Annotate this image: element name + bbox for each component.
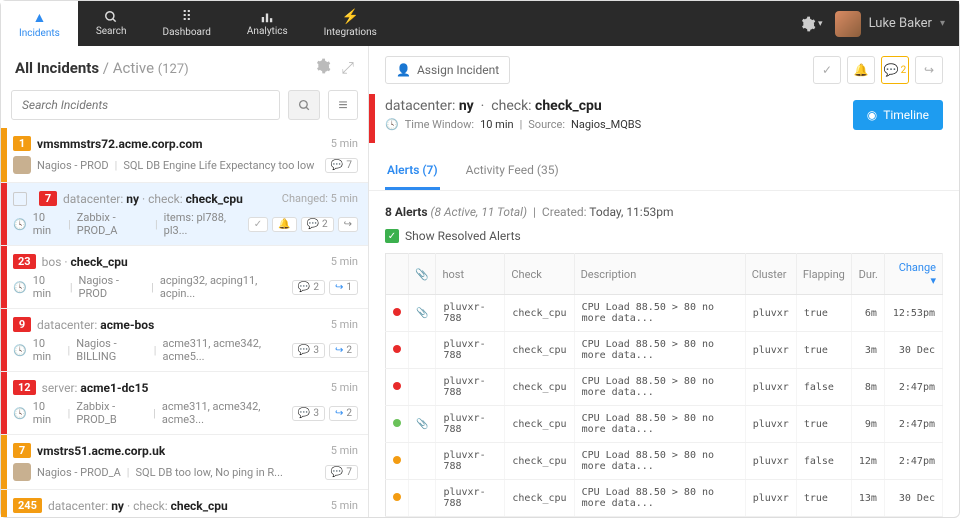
target-icon: ◉	[867, 108, 877, 122]
clock-icon: 🕓	[13, 344, 27, 357]
user-name: Luke Baker	[869, 16, 932, 31]
incident-item[interactable]: 7 datacenter: ny · check: check_cpu Chan…	[1, 183, 368, 246]
top-nav: ▲Incidents Search ⠿Dashboard Analytics ⚡…	[1, 1, 959, 46]
table-row[interactable]: 📎 pluvxr-788check_cpuCPU Load 88.50 > 80…	[386, 295, 943, 332]
tab-alerts[interactable]: Alerts (7)	[385, 153, 440, 190]
table-row[interactable]: pluvxr-788check_cpuCPU Load 88.50 > 80 n…	[386, 369, 943, 406]
comment-button[interactable]: 💬2	[881, 56, 909, 84]
alerts-table: 📎 host Check Description Cluster Flappin…	[385, 253, 943, 517]
nav-integrations[interactable]: ⚡Integrations	[306, 1, 395, 46]
incident-item[interactable]: 23 bos · check_cpu 5 min 🕓 10 min| Nagio…	[1, 246, 368, 309]
nav-incidents[interactable]: ▲Incidents	[1, 1, 78, 46]
col-dur[interactable]: Dur.	[851, 254, 884, 295]
incident-item[interactable]: 12 server: acme1-dc15 5 min 🕓 10 min| Za…	[1, 372, 368, 435]
col-change[interactable]: Change ▾	[884, 254, 942, 295]
table-row[interactable]: 📎 pluvxr-788check_cpuCPU Load 88.50 > 80…	[386, 406, 943, 443]
col-flap[interactable]: Flapping	[796, 254, 851, 295]
incident-item[interactable]: 9 datacenter: acme-bos 5 min 🕓 10 min| N…	[1, 309, 368, 372]
col-cluster[interactable]: Cluster	[745, 254, 796, 295]
clock-icon: 🕓	[385, 118, 399, 131]
avatar	[13, 463, 31, 481]
tab-feed[interactable]: Activity Feed (35)	[464, 153, 561, 190]
bars-icon	[260, 10, 274, 24]
table-row[interactable]: pluvxr-788check_cpuCPU Load 88.50 > 80 n…	[386, 443, 943, 480]
expand-icon[interactable]: ⤢	[341, 58, 354, 78]
incident-item[interactable]: 245 datacenter: ny · check: check_cpu 5 …	[1, 490, 368, 517]
alert-icon: ▲	[32, 9, 46, 26]
sidebar-title: All Incidents / Active (127)	[15, 59, 189, 77]
avatar	[13, 156, 31, 174]
checkbox-checked-icon: ✓	[385, 229, 399, 243]
check-button[interactable]: ✓	[813, 56, 841, 84]
col-host[interactable]: host	[436, 254, 505, 295]
avatar	[835, 11, 861, 37]
plug-icon: ⚡	[342, 9, 359, 25]
incident-item[interactable]: 7 vmstrs51.acme.corp.uk 5 min Nagios - P…	[1, 435, 368, 490]
user-plus-icon: 👤	[396, 63, 411, 77]
clock-icon: 🕓	[13, 218, 27, 231]
col-check[interactable]: Check	[505, 254, 574, 295]
search-icon	[104, 10, 118, 24]
show-resolved-toggle[interactable]: ✓ Show Resolved Alerts	[369, 229, 959, 253]
chevron-down-icon: ▾	[940, 18, 945, 29]
severity-stripe	[369, 94, 375, 143]
list-button[interactable]: ≡	[328, 90, 358, 120]
grid-icon: ⠿	[182, 9, 192, 25]
clock-icon: 🕓	[13, 281, 27, 294]
gear-icon[interactable]	[315, 58, 331, 78]
col-desc[interactable]: Description	[574, 254, 745, 295]
gear-icon[interactable]: ▾	[800, 16, 823, 32]
search-input[interactable]	[11, 90, 280, 120]
search-button[interactable]	[288, 90, 320, 120]
nav-analytics[interactable]: Analytics	[229, 1, 306, 46]
clock-icon: 🕓	[13, 407, 27, 420]
timeline-button[interactable]: ◉Timeline	[853, 100, 943, 130]
user-menu[interactable]: Luke Baker ▾	[835, 11, 945, 37]
bell-button[interactable]: 🔔	[847, 56, 875, 84]
incident-item[interactable]: 1 vmsmmstrs72.acme.corp.com 5 min Nagios…	[1, 128, 368, 183]
nav-search[interactable]: Search	[78, 1, 145, 46]
share-button[interactable]: ↪	[915, 56, 943, 84]
assign-button[interactable]: 👤Assign Incident	[385, 56, 510, 84]
content: 👤Assign Incident ✓ 🔔 💬2 ↪ datacenter: ny…	[369, 46, 959, 517]
sidebar: All Incidents / Active (127) ⤢ ≡ 1 vmsmm…	[1, 46, 369, 517]
table-row[interactable]: pluvxr-788check_cpuCPU Load 88.50 > 80 n…	[386, 480, 943, 517]
table-row[interactable]: pluvxr-788check_cpuCPU Load 88.50 > 80 n…	[386, 517, 943, 518]
checkbox[interactable]	[13, 192, 27, 206]
alerts-heading: 8 Alerts (8 Active, 11 Total) | Created:…	[369, 191, 959, 229]
nav-dashboard[interactable]: ⠿Dashboard	[145, 1, 229, 46]
table-row[interactable]: pluvxr-788check_cpuCPU Load 88.50 > 80 n…	[386, 332, 943, 369]
